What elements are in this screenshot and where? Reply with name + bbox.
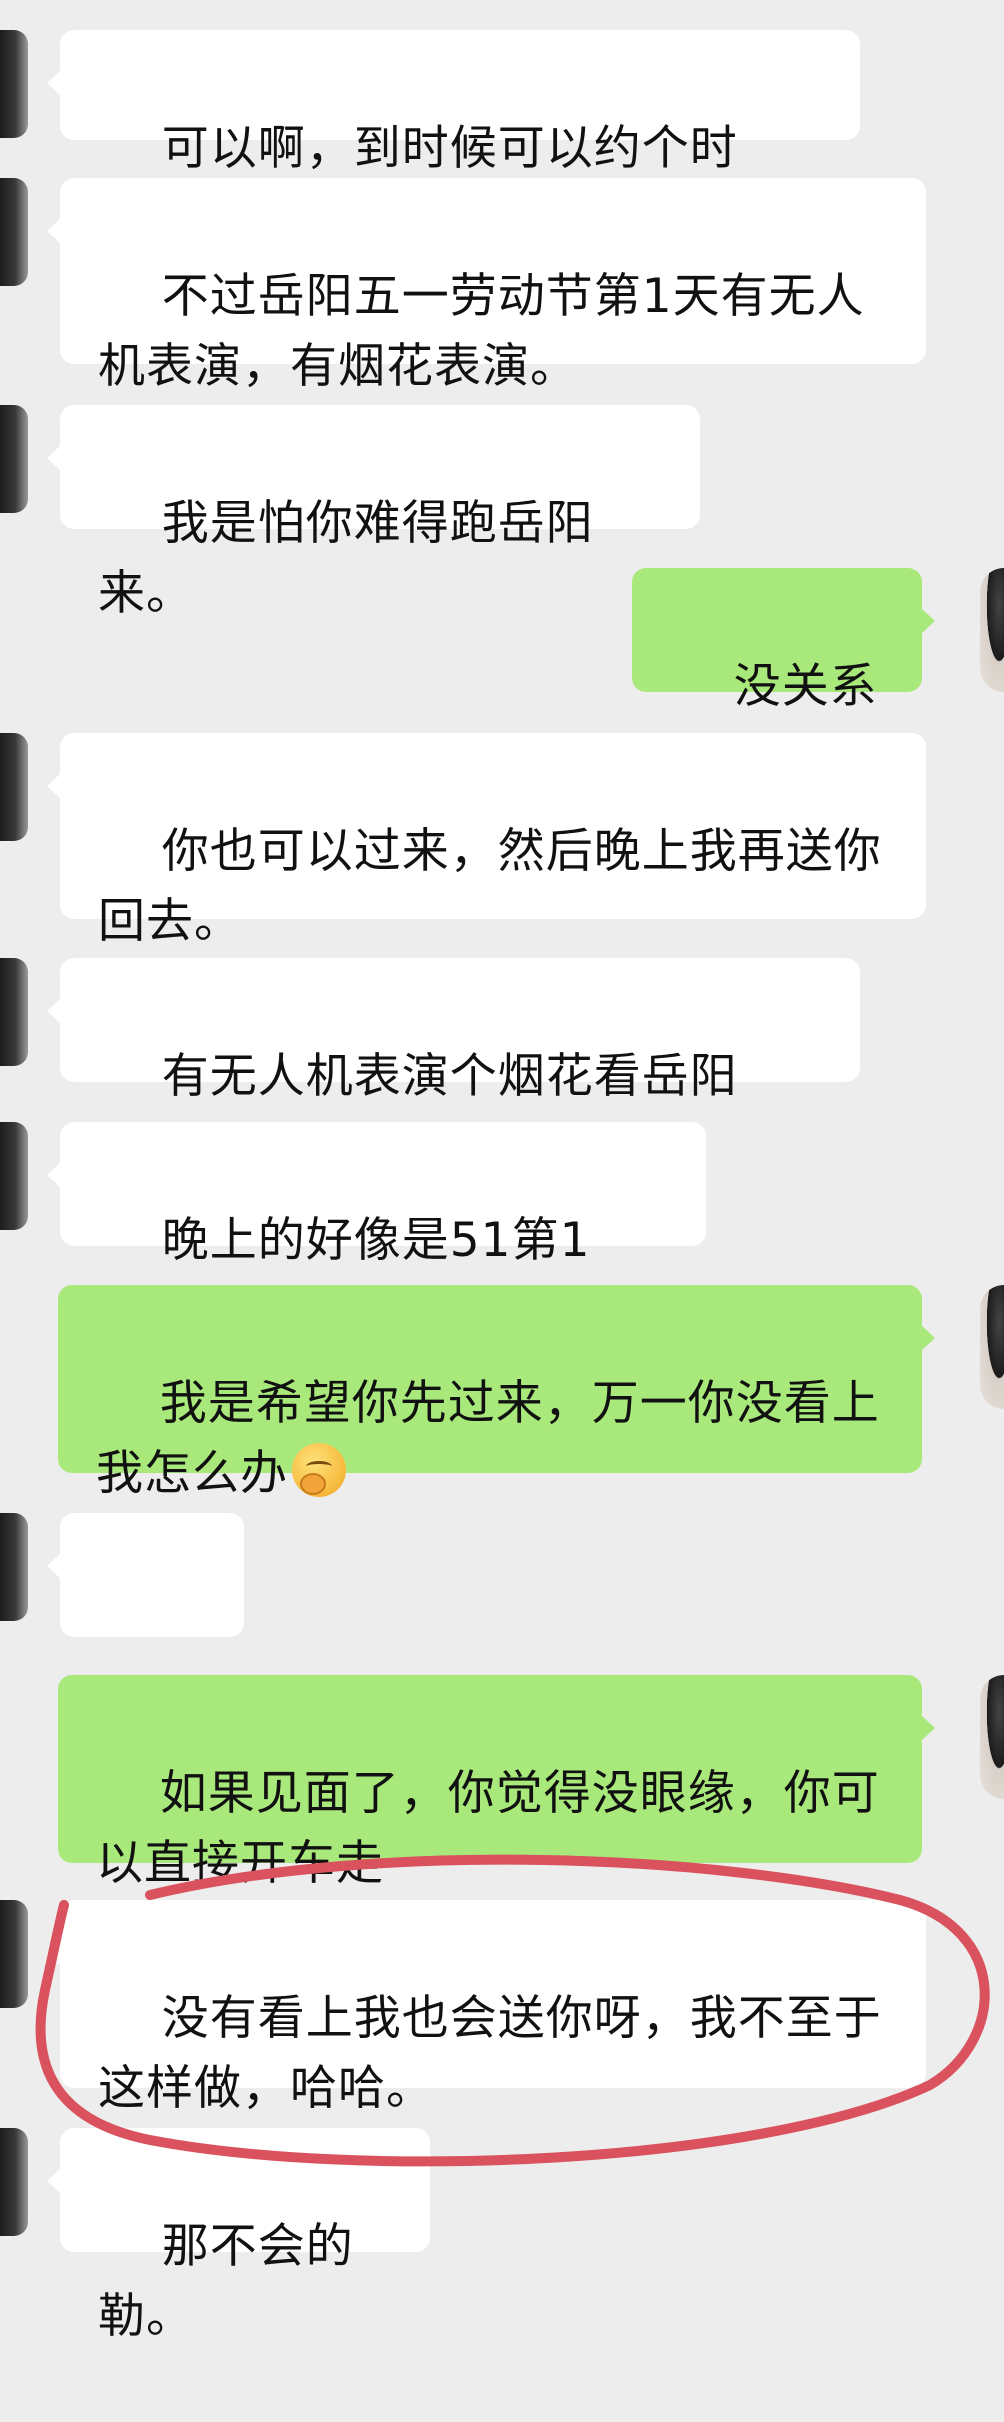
chat-message-list[interactable]: 可以啊，到时候可以约个时间。 不过岳阳五一劳动节第1天有无人 机表演，有烟花表演… (0, 0, 1004, 2344)
message-bubble-incoming[interactable]: 不过岳阳五一劳动节第1天有无人 机表演，有烟花表演。 (47, 178, 926, 394)
message-bubble-outgoing[interactable]: 没关系啊 (632, 568, 935, 784)
message-text: 那不会的勒。 (98, 2219, 354, 2344)
message-text: 没有看上我也会送你呀，我不至于 这样做，哈哈。 (98, 1991, 882, 2116)
user-avatar[interactable] (980, 1675, 1004, 1799)
contact-avatar[interactable] (0, 1513, 28, 1621)
message-text: 不过岳阳五一劳动节第1天有无人 机表演，有烟花表演。 (98, 269, 865, 394)
contact-avatar[interactable] (0, 1900, 28, 2008)
contact-avatar[interactable] (0, 2128, 28, 2236)
message-bubble-incoming[interactable]: 有无人机表演个烟花看岳阳楼。 (47, 958, 860, 1174)
contact-avatar[interactable] (0, 1122, 28, 1230)
message-bubble-incoming[interactable]: 可以啊，到时候可以约个时间。 (47, 30, 860, 246)
message-text: 我是希望你先过来，万一你没看上 我怎么办 (96, 1376, 880, 1501)
contact-avatar[interactable] (0, 30, 28, 138)
message-text: 如果见面了，你觉得没眼缘，你可 以直接开车走 (96, 1766, 880, 1891)
contact-avatar[interactable] (0, 405, 28, 513)
message-bubble-incoming[interactable]: 那不会的勒。 (47, 2128, 430, 2344)
user-avatar[interactable] (980, 1285, 1004, 1409)
message-bubble-outgoing[interactable]: 我是希望你先过来，万一你没看上 我怎么办 (58, 1285, 935, 1501)
contact-avatar[interactable] (0, 178, 28, 286)
contact-avatar[interactable] (0, 733, 28, 841)
message-text: 你也可以过来，然后晚上我再送你 回去。 (98, 824, 882, 949)
contact-avatar[interactable] (0, 958, 28, 1066)
message-bubble-incoming[interactable]: 我是怕你难得跑岳阳来。 (47, 405, 700, 621)
message-bubble-incoming[interactable]: 晚上的好像是51第1天。 (47, 1122, 706, 1338)
message-bubble-incoming[interactable]: 哈哈 (47, 1513, 244, 1729)
message-text: 我是怕你难得跑岳阳来。 (98, 496, 594, 621)
message-bubble-incoming[interactable]: 你也可以过来，然后晚上我再送你 回去。 (47, 733, 926, 949)
user-avatar[interactable] (980, 568, 1004, 692)
thinking-face-emoji-icon (292, 1443, 346, 1497)
message-bubble-incoming[interactable]: 没有看上我也会送你呀，我不至于 这样做，哈哈。 (47, 1900, 926, 2116)
message-bubble-outgoing[interactable]: 如果见面了，你觉得没眼缘，你可 以直接开车走 (58, 1675, 935, 1891)
